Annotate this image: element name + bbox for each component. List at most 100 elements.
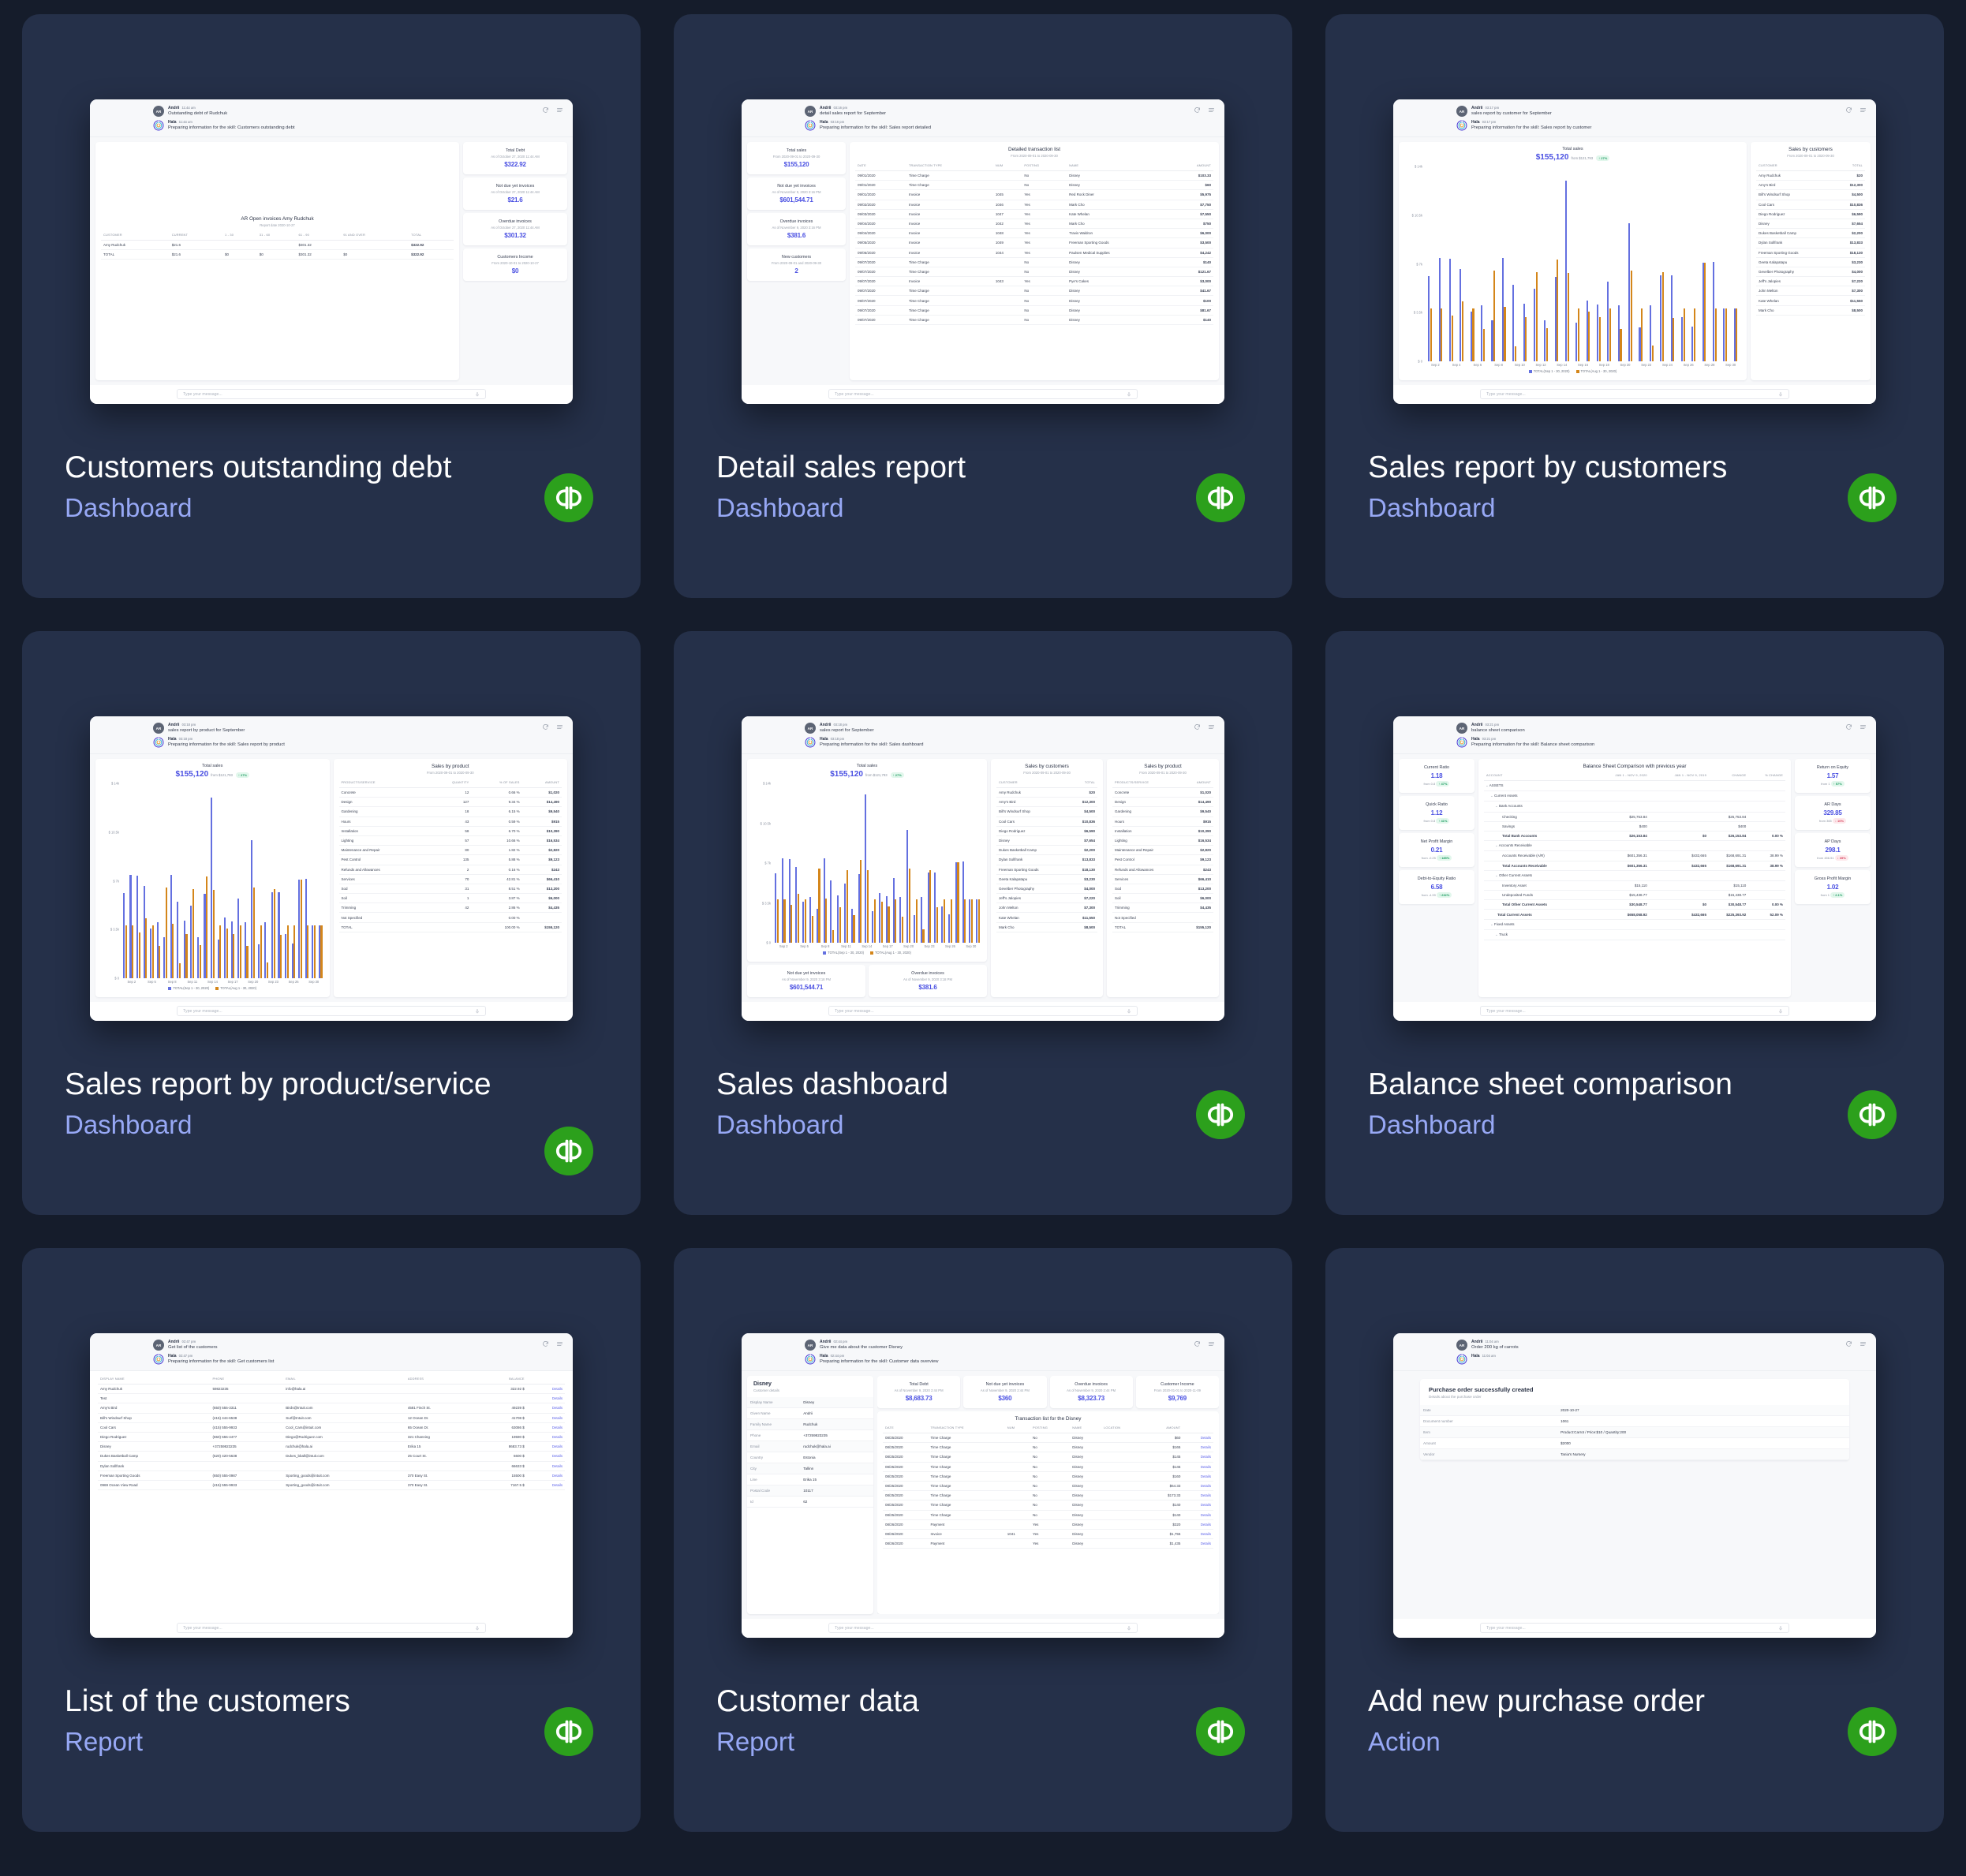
microphone-icon[interactable] xyxy=(475,391,480,398)
microphone-icon[interactable] xyxy=(475,1625,480,1631)
table-cell: Disney xyxy=(1067,267,1171,278)
kpi-value: 6.58 xyxy=(1430,884,1443,891)
chevron-down-icon[interactable]: ⌄ xyxy=(1486,783,1489,787)
table-row: Maintenance and Repair $2,820 xyxy=(1112,845,1213,856)
skill-card-6[interactable]: AR Andrii 02:47 pm Get list of the customer… xyxy=(22,1248,641,1832)
message-input[interactable]: Type your message... xyxy=(828,1006,1138,1016)
bar-previous xyxy=(1641,308,1643,361)
message-input[interactable]: Type your message... xyxy=(1480,1623,1789,1633)
details-link[interactable]: Details xyxy=(526,1471,565,1481)
skill-card-4[interactable]: AR Andrii 03:18 pm sales report for Septemb… xyxy=(674,631,1292,1215)
details-link[interactable]: Details xyxy=(1183,1519,1213,1530)
kpi-title: Customer Income xyxy=(1161,1382,1194,1387)
chevron-down-icon[interactable]: ⌄ xyxy=(1495,932,1499,936)
details-link[interactable]: Details xyxy=(526,1384,565,1395)
kpi-column: Total Debt As of October 27, 2020 11:44 A… xyxy=(463,142,567,380)
legend-item: TOTAL(Aug 1 - 30, 2020) xyxy=(870,951,911,955)
table-cell xyxy=(1649,812,1709,822)
bar-group xyxy=(1541,166,1551,361)
chat-message-bot: Hala 03:17 pm Preparing information for th… xyxy=(1456,120,1867,131)
chat-preview-window: AR Andrii 02:44 pm Give me data about the c… xyxy=(742,1333,1224,1638)
details-link[interactable]: Details xyxy=(1183,1529,1213,1540)
data-table: CUSTOMER TOTAL Amy Rudchuk $20 Amy's Bird $12… xyxy=(996,778,1097,932)
table-cell: $10,390 xyxy=(521,826,562,836)
skill-card-1[interactable]: AR Andrii 03:16 pm detail sales report for … xyxy=(674,14,1292,598)
table-row: Amy Rudchuk 59823235 info@hala.ai 322.92 $ D… xyxy=(98,1384,565,1395)
x-axis-tick: Sep 20 xyxy=(1620,363,1631,367)
kpi-value: 2 xyxy=(794,267,798,275)
skill-card-8[interactable]: AR Andrii 11:04 am Order 200 kg of carrots H… xyxy=(1325,1248,1944,1832)
details-link[interactable]: Details xyxy=(1183,1452,1213,1463)
table-row: 09/01/2020 Time Charge No Disney $60 xyxy=(855,180,1213,191)
skill-card-0[interactable]: AR Andrii 11:44 am Outstanding debt of Rudc… xyxy=(22,14,641,598)
microphone-icon[interactable] xyxy=(1778,1008,1783,1015)
table-row: 09/07/2020 Invoice 1043 Yes Pye's Cakes $3,00… xyxy=(855,276,1213,287)
details-link[interactable]: Details xyxy=(526,1461,565,1471)
chart-total-value: $155,120 xyxy=(175,770,209,779)
chevron-down-icon[interactable]: ⌄ xyxy=(1495,843,1499,847)
details-link[interactable]: Details xyxy=(1183,1490,1213,1501)
chat-header-actions xyxy=(1194,723,1215,731)
details-link[interactable]: Details xyxy=(526,1403,565,1414)
message-input[interactable]: Type your message... xyxy=(177,389,486,399)
table-cell: 80 xyxy=(427,845,472,856)
message-input[interactable]: Type your message... xyxy=(177,1006,486,1016)
message-input[interactable]: Type your message... xyxy=(1480,1006,1789,1016)
details-link[interactable]: Details xyxy=(526,1432,565,1443)
details-link[interactable]: Details xyxy=(1183,1510,1213,1520)
skill-card-3[interactable]: AR Andrii 03:18 pm sales report by product … xyxy=(22,631,641,1215)
bar-previous xyxy=(1620,329,1622,361)
details-link[interactable]: Details xyxy=(1183,1471,1213,1482)
details-link[interactable]: Details xyxy=(1183,1481,1213,1492)
details-link[interactable]: Details xyxy=(526,1441,565,1452)
order-row: Amount $2000 xyxy=(1420,1438,1849,1449)
details-link[interactable]: Details xyxy=(1183,1462,1213,1472)
message-input[interactable]: Type your message... xyxy=(177,1623,486,1633)
table-row: 09/01/2020 Time Charge No Disney $103.33 xyxy=(855,170,1213,181)
skill-card-5[interactable]: AR Andrii 03:21 pm balance sheet comparison… xyxy=(1325,631,1944,1215)
details-link[interactable]: Details xyxy=(526,1480,565,1491)
details-link[interactable]: Details xyxy=(1183,1433,1213,1444)
table-cell: 135 xyxy=(427,854,472,865)
bar-group xyxy=(940,783,947,943)
kpi-tile-0: Total Debt As of October 27, 2020 11:44 A… xyxy=(463,142,567,174)
microphone-icon[interactable] xyxy=(1778,1625,1783,1631)
bar-group xyxy=(304,783,311,978)
table-row: Design $14,490 xyxy=(1112,797,1213,808)
skill-card-7[interactable]: AR Andrii 02:44 pm Give me data about the c… xyxy=(674,1248,1292,1832)
bar-previous xyxy=(776,899,779,943)
details-link[interactable]: Details xyxy=(1183,1442,1213,1453)
microphone-icon[interactable] xyxy=(1127,391,1131,398)
details-link[interactable]: Details xyxy=(526,1413,565,1423)
message-input[interactable]: Type your message... xyxy=(1480,389,1789,399)
chevron-down-icon[interactable]: ⌄ xyxy=(1495,873,1499,877)
details-link[interactable]: Details xyxy=(1183,1500,1213,1511)
chevron-down-icon[interactable]: ⌄ xyxy=(1490,922,1494,926)
table-cell: $915 xyxy=(521,817,562,827)
chevron-down-icon[interactable]: ⌄ xyxy=(1495,804,1499,808)
microphone-icon[interactable] xyxy=(1127,1008,1131,1015)
table-cell: Payment xyxy=(928,1519,1005,1530)
message-input[interactable]: Type your message... xyxy=(828,1623,1138,1633)
chat-footer: Type your message... xyxy=(90,385,573,404)
table-cell: 08/25/2020 xyxy=(883,1490,929,1501)
chart-compare-value: from $121,793 xyxy=(1571,156,1594,160)
skill-card-2[interactable]: AR Andrii 03:17 pm sales report by customer… xyxy=(1325,14,1944,598)
message-input[interactable]: Type your message... xyxy=(828,389,1138,399)
x-axis-tick: Sep 16 xyxy=(1578,363,1588,367)
table-cell: TOTAL xyxy=(1112,922,1183,932)
purchase-order-panel: Purchase order successfully created Detai… xyxy=(1420,1379,1849,1460)
user-timestamp: 03:17 pm xyxy=(1485,106,1500,110)
table-cell: 58 xyxy=(427,826,472,836)
details-link[interactable]: Details xyxy=(1183,1538,1213,1549)
table-row: Services $66,410 xyxy=(1112,874,1213,884)
details-link[interactable]: Details xyxy=(526,1451,565,1462)
microphone-icon[interactable] xyxy=(1778,391,1783,398)
chevron-down-icon[interactable]: ⌄ xyxy=(1490,794,1494,798)
microphone-icon[interactable] xyxy=(1127,1625,1131,1631)
chat-messages: AR Andrii 02:47 pm Get list of the customer… xyxy=(99,1340,563,1365)
user-name: Andrii 03:18 pm xyxy=(168,723,196,727)
details-link[interactable]: Details xyxy=(526,1422,565,1433)
details-link[interactable]: Details xyxy=(526,1393,565,1404)
microphone-icon[interactable] xyxy=(475,1008,480,1015)
